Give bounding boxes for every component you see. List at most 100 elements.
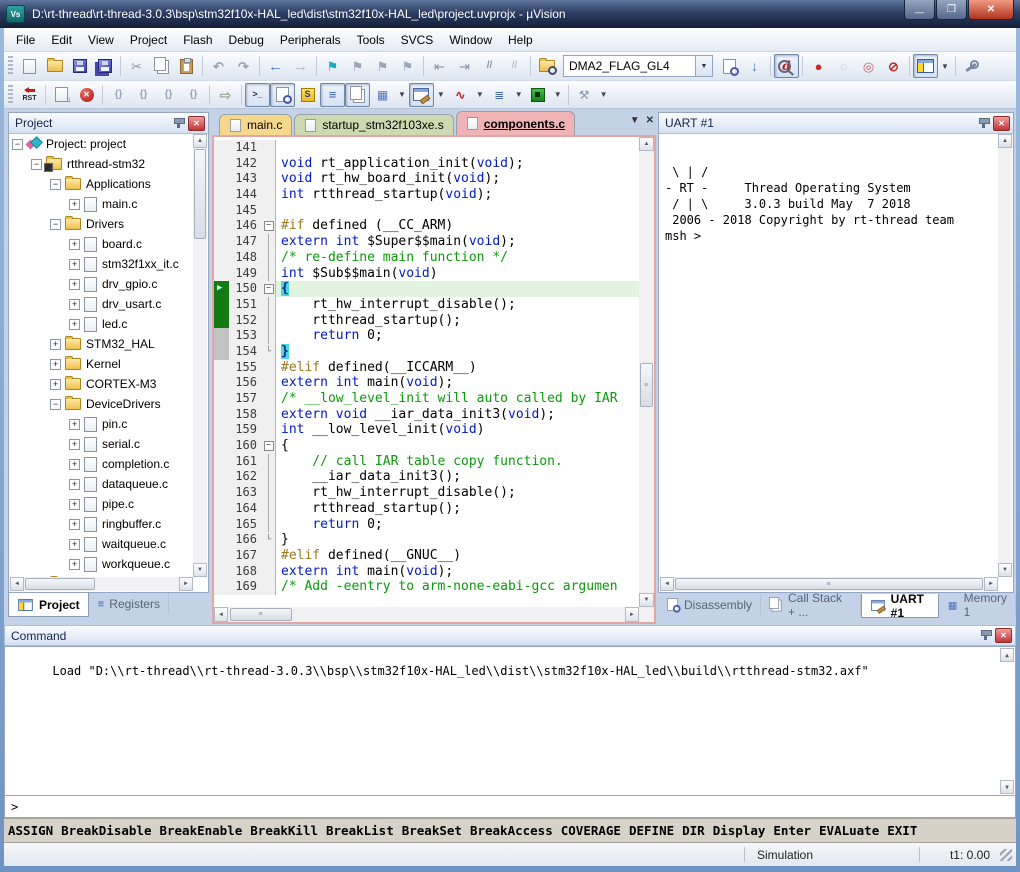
tree-item-project-project[interactable]: −Project: project (10, 134, 193, 154)
panel-tab-call-stack[interactable]: Call Stack + ... (761, 594, 861, 615)
window-layout-dropdown-icon[interactable]: ▼ (938, 62, 952, 71)
disassembly-window-button[interactable] (270, 83, 295, 107)
expand-toggle[interactable]: + (50, 339, 61, 350)
resize-grip[interactable] (1000, 849, 1012, 861)
save-button[interactable] (67, 54, 92, 78)
run-button[interactable]: ⇨ (213, 83, 238, 107)
tree-item-dataqueue-c[interactable]: +dataqueue.c (10, 474, 193, 494)
registers-window-button[interactable]: ≡ (320, 83, 345, 107)
expand-toggle[interactable]: + (69, 279, 80, 290)
tree-item-main-c[interactable]: +main.c (10, 194, 193, 214)
project-tree-hscrollbar[interactable]: ◄ ► (10, 577, 193, 591)
analysis-window-button[interactable]: ∿ (448, 83, 473, 107)
tree-item-rtthread-stm32[interactable]: −rtthread-stm32 (10, 154, 193, 174)
close-icon[interactable] (188, 116, 205, 131)
tree-item-kernel[interactable]: +Kernel (10, 354, 193, 374)
breakpoint-gutter[interactable] (214, 344, 229, 360)
scroll-down-icon[interactable]: ▼ (193, 563, 207, 577)
menu-file[interactable]: File (8, 29, 43, 51)
tree-item-pin-c[interactable]: +pin.c (10, 414, 193, 434)
panel-tab-memory-1[interactable]: ▦Memory 1 (939, 594, 1016, 615)
uart-terminal[interactable]: \ | /- RT - Thread Operating System / | … (660, 134, 998, 577)
kill-all-breakpoints-button[interactable]: ⊘ (881, 54, 906, 78)
insert-remove-breakpoint-button[interactable]: ● (806, 54, 831, 78)
breakpoint-gutter[interactable] (214, 438, 229, 454)
step-button[interactable]: {} (106, 83, 131, 107)
scroll-up-icon[interactable]: ▲ (193, 134, 207, 148)
expand-toggle[interactable]: + (69, 419, 80, 430)
menu-flash[interactable]: Flash (175, 29, 220, 51)
stop-debug-button[interactable]: ✕ (74, 83, 99, 107)
breakpoint-gutter[interactable] (214, 313, 229, 329)
navigate-forward-button[interactable]: → (288, 54, 313, 78)
reset-cpu-button[interactable]: RST (17, 83, 42, 107)
scroll-right-icon[interactable]: ► (984, 577, 998, 591)
breakpoint-gutter[interactable] (214, 156, 229, 172)
tree-item-led-c[interactable]: +led.c (10, 314, 193, 334)
cmd-evaluate[interactable]: EVALuate (819, 823, 879, 838)
step-out-button[interactable]: {} (156, 83, 181, 107)
menu-edit[interactable]: Edit (43, 29, 80, 51)
cmd-breakaccess[interactable]: BreakAccess (470, 823, 553, 838)
cmd-breakkill[interactable]: BreakKill (250, 823, 318, 838)
scroll-up-icon[interactable]: ▲ (639, 137, 654, 151)
bookmark-toggle-button[interactable]: ⚑ (320, 54, 345, 78)
tree-item-serial-c[interactable]: +serial.c (10, 434, 193, 454)
menu-view[interactable]: View (80, 29, 122, 51)
serial-window-button[interactable] (409, 83, 434, 107)
command-input[interactable]: > (4, 796, 1016, 818)
fold-gutter[interactable]: − (262, 438, 276, 454)
scroll-down-icon[interactable]: ▼ (998, 563, 1012, 577)
expand-toggle[interactable]: − (50, 399, 61, 410)
toolbar-grip[interactable] (8, 56, 13, 76)
expand-toggle[interactable]: + (50, 379, 61, 390)
expand-toggle[interactable]: + (69, 519, 80, 530)
tree-item-workqueue-c[interactable]: +workqueue.c (10, 554, 193, 574)
bookmark-previous-button[interactable]: ⚑ (345, 54, 370, 78)
code-editor[interactable]: 141142void rt_application_init(void);143… (214, 137, 639, 607)
menu-project[interactable]: Project (122, 29, 175, 51)
menu-help[interactable]: Help (500, 29, 541, 51)
panel-tab-disassembly[interactable]: Disassembly (658, 594, 761, 615)
scroll-left-icon[interactable]: ◄ (660, 577, 674, 591)
enable-disable-breakpoint-button[interactable]: ○ (831, 54, 856, 78)
close-icon[interactable] (993, 116, 1010, 131)
breakpoint-gutter[interactable] (214, 218, 229, 234)
fold-gutter[interactable]: − (262, 281, 276, 297)
fold-collapse-icon[interactable]: − (264, 441, 274, 451)
save-all-button[interactable] (92, 54, 117, 78)
tree-item-ringbuffer-c[interactable]: +ringbuffer.c (10, 514, 193, 534)
expand-toggle[interactable]: + (69, 439, 80, 450)
breakpoint-gutter[interactable] (214, 328, 229, 344)
call-stack-window-button[interactable] (345, 83, 370, 107)
unindent-button[interactable]: ⇤ (427, 54, 452, 78)
trace-window-button[interactable]: ≣ (487, 83, 512, 107)
cmd-exit[interactable]: EXIT (887, 823, 917, 838)
breakpoint-gutter[interactable] (214, 187, 229, 203)
configure-target-button[interactable] (959, 54, 984, 78)
new-file-button[interactable] (17, 54, 42, 78)
tree-item-stm32f1xx-it-c[interactable]: +stm32f1xx_it.c (10, 254, 193, 274)
scroll-right-icon[interactable]: ► (179, 577, 193, 591)
fold-collapse-icon[interactable]: − (264, 284, 274, 294)
breakpoint-gutter[interactable] (214, 501, 229, 517)
breakpoint-gutter[interactable] (214, 140, 229, 156)
cmd-breaklist[interactable]: BreakList (326, 823, 394, 838)
command-output[interactable]: Load "D:\\rt-thread\\rt-thread-3.0.3\\bs… (4, 646, 1016, 796)
breakpoint-gutter[interactable] (214, 250, 229, 266)
breakpoint-gutter[interactable] (214, 564, 229, 580)
memory-window-button[interactable]: ▦ (370, 83, 395, 107)
symbol-window-button[interactable]: S (295, 83, 320, 107)
system-viewer-button[interactable] (526, 83, 551, 107)
breakpoint-gutter[interactable] (214, 485, 229, 501)
scroll-left-icon[interactable]: ◄ (10, 577, 24, 591)
menu-svcs[interactable]: SVCS (393, 29, 442, 51)
copy-button[interactable] (149, 54, 174, 78)
open-button[interactable] (42, 54, 67, 78)
breakpoint-gutter[interactable] (214, 391, 229, 407)
expand-toggle[interactable]: + (69, 479, 80, 490)
run-to-line-button[interactable]: {} (181, 83, 206, 107)
menu-window[interactable]: Window (441, 29, 500, 51)
breakpoint-gutter[interactable] (214, 469, 229, 485)
start-stop-debug-button[interactable]: d (774, 54, 799, 78)
